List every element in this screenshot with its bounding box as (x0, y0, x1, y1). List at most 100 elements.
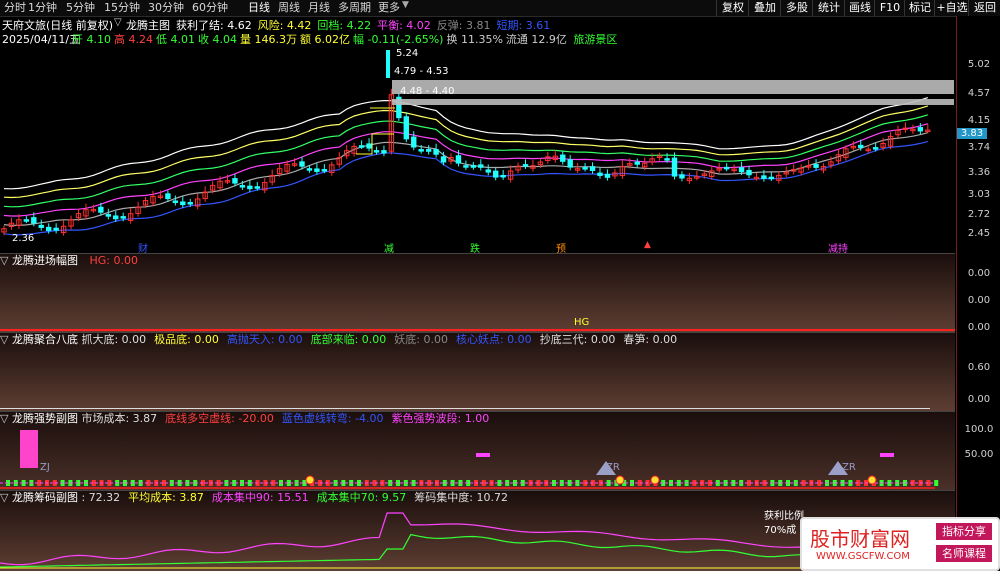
fuquan-button[interactable]: 复权 (716, 0, 749, 16)
low-price-label: 2.36 (12, 233, 35, 244)
panel-title: 龙腾聚合八底 (11, 333, 78, 346)
cost-note: 70%成 (764, 525, 797, 536)
draw-line-button[interactable]: 画线 (844, 0, 875, 16)
axis-tick: 50.00 (964, 449, 994, 460)
candle-body (373, 150, 380, 153)
candle-body (299, 161, 305, 167)
axis-tick: 4.57 (967, 88, 991, 99)
indicator-field: 抓大底: 0.00 (81, 333, 147, 346)
axis-tick: 0.00 (967, 268, 991, 279)
indicator-field: 平均成本: 3.87 (128, 491, 204, 504)
add-watchlist-button[interactable]: +自选 (934, 0, 969, 16)
overlay-button[interactable]: 叠加 (748, 0, 781, 16)
tab-more[interactable]: 更多 (378, 0, 400, 16)
candle-body (522, 164, 529, 167)
candle-body (582, 167, 588, 170)
f10-button[interactable]: F10 (874, 0, 905, 16)
candle-body (664, 158, 670, 161)
signal-dot (650, 475, 660, 485)
candle-body (485, 169, 491, 173)
more-chevron-icon[interactable]: ▼ (402, 0, 409, 10)
strength-chart[interactable] (0, 425, 956, 489)
candle-body (858, 144, 864, 148)
tab-30min[interactable]: 30分钟 (148, 0, 184, 16)
candle-body (98, 206, 104, 213)
mark-button[interactable]: 标记 (904, 0, 935, 16)
candle-body (738, 167, 745, 173)
current-price-tag: 3.83 (957, 128, 987, 139)
candle-body (172, 200, 179, 203)
tab-1min[interactable]: 1分钟 (28, 0, 57, 16)
signal-dot (867, 475, 877, 485)
candle-body (187, 202, 193, 205)
candle-body (589, 166, 596, 171)
indicator-field: : 72.32 (81, 491, 121, 504)
candle-body (411, 136, 417, 148)
chips-header: ▽ 龙腾筹码副图 : 72.32 平均成本: 3.87 成本集中90: 15.51 成… (0, 491, 516, 505)
high-range-label: 4.79 - 4.53 (394, 66, 449, 77)
indicator-field: 核心妖点: 0.00 (455, 333, 532, 346)
candle-body (723, 166, 730, 170)
zj-label: ZJ (40, 462, 50, 473)
tab-weekly[interactable]: 周线 (278, 0, 300, 16)
statistics-button[interactable]: 统计 (812, 0, 845, 16)
tab-monthly[interactable]: 月线 (308, 0, 330, 16)
tab-fenshi[interactable]: 分时 (4, 0, 26, 16)
candle-body (560, 154, 566, 162)
axis-tick: 3.36 (967, 167, 991, 178)
candle-body (440, 156, 447, 163)
candle-body (425, 149, 432, 152)
multi-stock-button[interactable]: 多股 (780, 0, 813, 16)
tab-multi-period[interactable]: 多周期 (338, 0, 371, 16)
candlestick-chart[interactable] (0, 44, 956, 254)
candle-body (247, 185, 253, 190)
candle-body (433, 149, 439, 155)
brand-url: WWW.GSCFW.COM (816, 551, 910, 562)
candle-body (470, 165, 477, 168)
strength-spike (20, 430, 38, 468)
tab-daily[interactable]: 日线 (248, 0, 270, 16)
axis-tick: 2.72 (967, 209, 991, 220)
panel-title: 龙腾进场幅图 (11, 254, 78, 267)
tab-60min[interactable]: 60分钟 (192, 0, 228, 16)
collapse-triangle-icon[interactable]: ▽ (0, 333, 12, 346)
signal-bar (880, 453, 894, 457)
candle-body (46, 226, 52, 231)
indicator-field: 底线多空虚线: -20.00 (165, 412, 274, 425)
indicator-field: 底部来临: 0.00 (310, 333, 387, 346)
candle-body (23, 219, 30, 222)
tab-15min[interactable]: 15分钟 (104, 0, 140, 16)
hg-value: HG: 0.00 (89, 254, 138, 267)
candle-body (917, 127, 924, 132)
collapse-triangle-icon[interactable]: ▽ (0, 412, 12, 425)
tab-5min[interactable]: 5分钟 (66, 0, 95, 16)
candle-spike (386, 50, 390, 78)
candle-body (105, 214, 111, 217)
candle-body (746, 169, 752, 176)
indicator-field: 筹码集中度: 10.72 (414, 491, 508, 504)
ma-band-line (3, 132, 928, 227)
back-button[interactable]: 返回 (968, 0, 1000, 16)
entry-panel[interactable] (0, 253, 955, 332)
share-indicator-tag: 指标分享 (936, 523, 992, 540)
candle-body (366, 143, 372, 149)
event-up-marker[interactable]: ▲ (644, 240, 651, 250)
indicator-field: 市场成本: 3.87 (81, 412, 158, 425)
candle-body (314, 168, 320, 172)
candle-body (761, 175, 767, 179)
collapse-triangle-icon[interactable]: ▽ (114, 17, 122, 28)
panel-title: 龙腾强势副图 (11, 412, 78, 425)
axis-tick: 4.15 (967, 115, 991, 126)
signal-bar (476, 453, 490, 457)
candle-body (671, 157, 678, 177)
entry-panel-header: ▽ 龙腾进场幅图 HG: 0.00 (0, 254, 138, 268)
collapse-triangle-icon[interactable]: ▽ (0, 254, 12, 267)
candle-body (306, 168, 313, 171)
candle-body (679, 174, 685, 179)
high-price-label: 5.24 (396, 48, 419, 59)
collapse-triangle-icon[interactable]: ▽ (0, 491, 12, 504)
resistance-band (392, 80, 954, 94)
candle-body (38, 224, 44, 228)
axis-tick: 100.0 (964, 424, 994, 435)
candle-body (180, 201, 186, 206)
